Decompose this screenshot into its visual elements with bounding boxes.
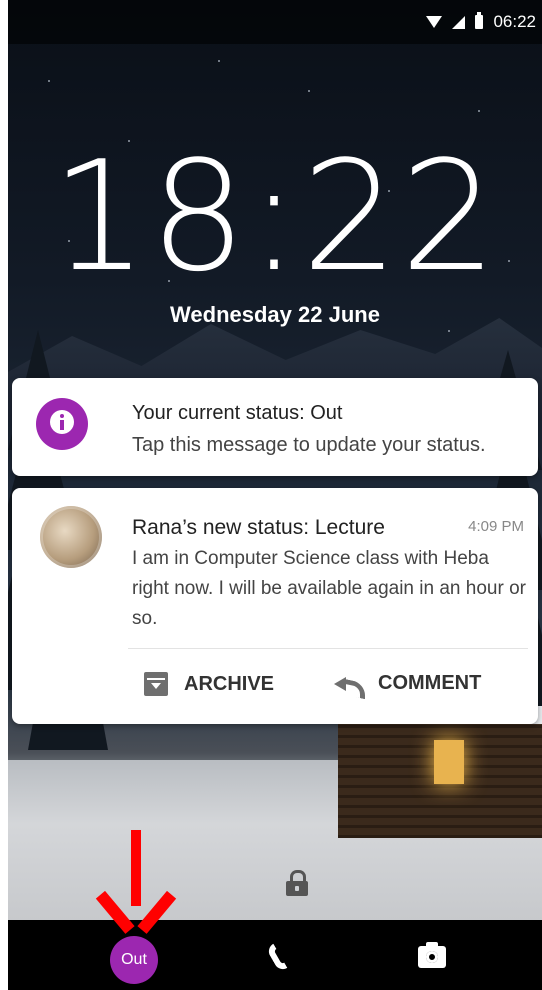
avatar	[40, 506, 102, 568]
archive-icon	[144, 672, 168, 696]
info-icon	[36, 398, 88, 450]
phone-screen: 06:22 18:22 Wednesday 22 June Your curre…	[8, 0, 542, 990]
camera-icon[interactable]	[418, 942, 446, 968]
divider	[128, 648, 528, 649]
status-bar: 06:22	[8, 0, 542, 44]
bottom-bar: Out	[8, 920, 542, 990]
notification-title: Rana’s new status: Lecture	[132, 516, 385, 539]
reply-icon	[334, 674, 362, 694]
wifi-icon	[426, 16, 443, 28]
notification-body: I am in Computer Science class with Heba…	[132, 548, 526, 629]
wallpaper-cabin	[318, 706, 542, 838]
notification-body: Tap this message to update your status.	[132, 434, 486, 456]
archive-label: ARCHIVE	[184, 672, 275, 695]
notification-title: Your current status: Out	[132, 402, 343, 424]
notification-time: 4:09 PM	[468, 518, 524, 535]
battery-icon	[475, 12, 484, 29]
lockscreen-date: Wednesday 22 June	[170, 302, 380, 327]
notification-status[interactable]: Your current status: Out Tap this messag…	[12, 378, 538, 476]
signal-icon	[452, 15, 466, 29]
status-time: 06:22	[493, 12, 536, 31]
lockscreen-clock: 18:22	[50, 128, 500, 305]
comment-button[interactable]: COMMENT	[334, 672, 481, 695]
notification-message[interactable]: Rana’s new status: Lecture 4:09 PM I am …	[12, 488, 538, 724]
phone-icon[interactable]	[270, 944, 296, 974]
annotation-arrow	[106, 830, 166, 930]
status-out-button[interactable]: Out	[110, 936, 158, 984]
lock-icon[interactable]	[286, 870, 308, 896]
comment-label: COMMENT	[378, 672, 482, 694]
archive-button[interactable]: ARCHIVE	[144, 672, 274, 696]
